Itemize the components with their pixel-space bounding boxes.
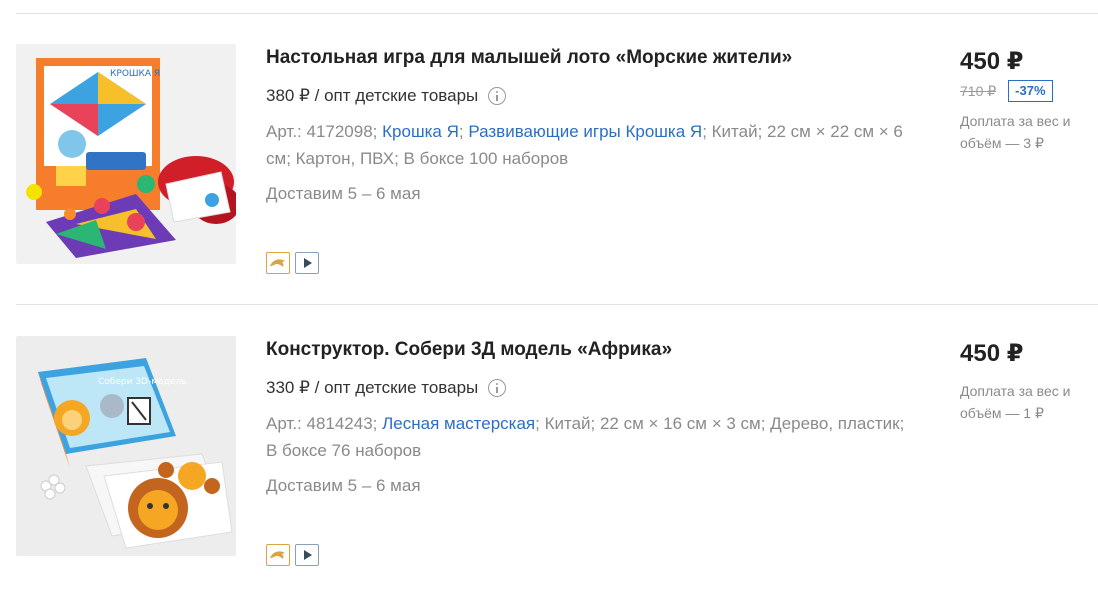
wholesale-price-text: 380 ₽ / опт детские товары (266, 86, 479, 105)
old-price-row: 710 ₽ -37% (960, 78, 1098, 104)
divider (16, 304, 1098, 305)
price-block: 450 ₽ 710 ₽ -37% Доплата за вес и объём … (960, 44, 1098, 154)
badge-row (266, 544, 319, 566)
delivery-date: Доставим 5 – 6 мая (266, 184, 421, 203)
svg-text:Собери 3D-модель: Собери 3D-модель (98, 377, 186, 387)
delivery-date: Доставим 5 – 6 мая (266, 476, 421, 495)
product-image[interactable]: КРОШКА Я (16, 44, 236, 264)
play-icon[interactable] (295, 252, 319, 274)
product-card: КРОШКА Я Настольная игра для малышей лот… (0, 44, 1098, 284)
product-specs: Арт.: 4172098; Крошка Я; Развивающие игр… (266, 118, 916, 172)
current-price: 450 ₽ (960, 48, 1024, 75)
info-icon[interactable] (488, 87, 507, 105)
wholesale-price-text: 330 ₽ / опт детские товары (266, 378, 479, 397)
series-link[interactable]: Развивающие игры Крошка Я (468, 122, 702, 141)
wholesale-price: 380 ₽ / опт детские товары (266, 84, 916, 108)
article-number: Арт.: 4814243; (266, 414, 378, 433)
product-card: Собери 3D-модель Конструктор. Собери 3Д … (0, 336, 1098, 576)
old-price: 710 ₽ (960, 82, 997, 99)
badge-row (266, 252, 319, 274)
dolphin-icon[interactable] (266, 252, 290, 274)
product-info: Настольная игра для малышей лото «Морски… (266, 44, 916, 206)
product-image[interactable]: Собери 3D-модель (16, 336, 236, 556)
svg-text:КРОШКА Я: КРОШКА Я (110, 69, 160, 79)
play-icon[interactable] (295, 544, 319, 566)
discount-badge: -37% (1008, 80, 1053, 102)
brand-link[interactable]: Крошка Я (382, 122, 459, 141)
product-specs: Арт.: 4814243; Лесная мастерская; Китай;… (266, 410, 916, 464)
article-number: Арт.: 4172098; (266, 122, 378, 141)
product-info: Конструктор. Собери 3Д модель «Африка» 3… (266, 336, 916, 498)
product-title[interactable]: Конструктор. Собери 3Д модель «Африка» (266, 336, 916, 364)
wholesale-price: 330 ₽ / опт детские товары (266, 376, 916, 400)
price-block: 450 ₽ Доплата за вес и объём — 1 ₽ (960, 336, 1098, 424)
weight-surcharge: Доплата за вес и объём — 3 ₽ (960, 113, 1071, 151)
current-price: 450 ₽ (960, 340, 1024, 367)
brand-link[interactable]: Лесная мастерская (382, 414, 535, 433)
product-title[interactable]: Настольная игра для малышей лото «Морски… (266, 44, 916, 72)
separator: ; (458, 122, 464, 141)
weight-surcharge: Доплата за вес и объём — 1 ₽ (960, 383, 1071, 421)
dolphin-icon[interactable] (266, 544, 290, 566)
product-list: КРОШКА Я Настольная игра для малышей лот… (0, 0, 1098, 596)
info-icon[interactable] (488, 379, 507, 397)
divider (16, 13, 1098, 14)
